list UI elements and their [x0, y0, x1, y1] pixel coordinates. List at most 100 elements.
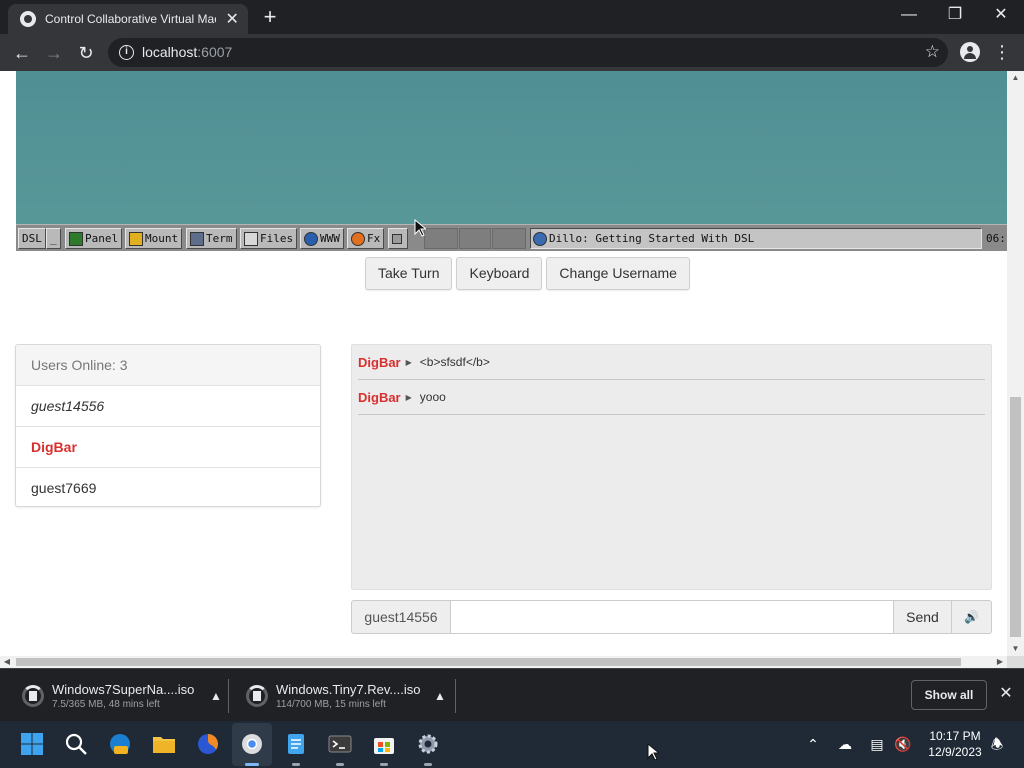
- back-arrow-icon[interactable]: ←: [8, 39, 36, 67]
- onedrive-icon[interactable]: ☁: [834, 734, 856, 754]
- notepad-icon[interactable]: [284, 732, 308, 756]
- restore-button[interactable]: ❐: [932, 0, 978, 30]
- clock-date: 12/9/2023: [928, 745, 982, 759]
- clock-time: 10:17 PM: [929, 729, 981, 743]
- vm-term-button[interactable]: Term: [186, 228, 237, 249]
- windows-start-icon[interactable]: [20, 732, 44, 756]
- show-all-button[interactable]: Show all: [911, 680, 987, 710]
- url-port: :6007: [197, 44, 233, 60]
- vertical-scroll-thumb[interactable]: [1010, 397, 1021, 637]
- download-name: Windows7SuperNa....iso: [52, 681, 195, 697]
- close-shelf-icon[interactable]: ✕: [996, 683, 1016, 705]
- kebab-menu-icon[interactable]: ⋮: [992, 41, 1012, 63]
- volume-muted-icon[interactable]: 🔇: [892, 734, 914, 754]
- forward-arrow-icon[interactable]: →: [40, 39, 68, 67]
- vm-controls: Take Turn Keyboard Change Username: [365, 257, 690, 290]
- download-shelf: Windows7SuperNa....iso 7.5/365 MB, 48 mi…: [0, 668, 1024, 721]
- vm-minimize-button[interactable]: _: [46, 228, 61, 249]
- vm-clock: 06:: [986, 232, 1006, 245]
- download-file-icon: [246, 684, 268, 707]
- send-button[interactable]: Send: [894, 600, 952, 634]
- address-bar[interactable]: i localhost:6007 ☆: [108, 38, 948, 67]
- url-host: localhost: [142, 44, 198, 60]
- reload-icon[interactable]: ↻: [72, 39, 100, 67]
- search-icon[interactable]: [64, 732, 88, 756]
- keyboard-button[interactable]: Keyboard: [456, 257, 543, 290]
- vm-pager-1[interactable]: [424, 228, 458, 249]
- tray-chevron-up-icon[interactable]: ⌃: [802, 734, 824, 754]
- chat-input[interactable]: [451, 600, 894, 634]
- mouse-cursor-icon: [414, 219, 426, 237]
- minimize-button[interactable]: —: [886, 0, 932, 30]
- vm-www-button[interactable]: WWW: [300, 228, 344, 249]
- chevron-up-icon[interactable]: ▲: [206, 689, 226, 703]
- edge-dev-icon[interactable]: [108, 732, 132, 756]
- change-username-button[interactable]: Change Username: [546, 257, 690, 290]
- chrome-icon[interactable]: [240, 732, 264, 756]
- chat-message-user: DigBar: [358, 389, 401, 405]
- scroll-left-arrow-icon[interactable]: ◀: [0, 656, 14, 668]
- download-item[interactable]: Windows7SuperNa....iso 7.5/365 MB, 48 mi…: [22, 669, 226, 722]
- app-running-indicator: [380, 763, 388, 766]
- chat-input-group: guest14556 Send 🔊: [351, 600, 992, 634]
- chat-message-text: yooo: [419, 390, 446, 404]
- browser-tab[interactable]: Control Collaborative Virtual Machine ✕: [8, 4, 248, 34]
- vm-pager-3[interactable]: [492, 228, 526, 249]
- settings-gear-icon[interactable]: [416, 732, 440, 756]
- site-favicon-icon: [20, 11, 36, 27]
- vm-window-task-dillo[interactable]: Dillo: Getting Started With DSL: [530, 228, 982, 249]
- take-turn-button[interactable]: Take Turn: [365, 257, 453, 290]
- desktop-icon: [392, 233, 402, 244]
- microsoft-store-icon[interactable]: [372, 732, 396, 756]
- vm-desktop-button[interactable]: [388, 228, 408, 249]
- mount-icon: [129, 231, 143, 246]
- volume-icon[interactable]: 🔊: [952, 600, 992, 634]
- chat-message: DigBar ▶ yooo: [358, 380, 985, 415]
- firefox-icon[interactable]: [196, 732, 220, 756]
- firefox-icon: [351, 231, 365, 246]
- profile-icon[interactable]: [960, 42, 980, 62]
- download-status: 7.5/365 MB, 48 mins left: [52, 698, 160, 710]
- terminal-icon[interactable]: [328, 732, 352, 756]
- download-separator: [455, 679, 456, 713]
- scroll-up-arrow-icon[interactable]: ▲: [1007, 71, 1024, 85]
- dillo-icon: [533, 231, 547, 246]
- users-online-header: Users Online: 3: [16, 345, 320, 386]
- close-window-button[interactable]: ✕: [978, 0, 1024, 30]
- site-info-icon[interactable]: i: [119, 45, 134, 60]
- vm-firefox-button[interactable]: Fx: [347, 228, 385, 249]
- terminal-icon: [190, 231, 204, 246]
- horizontal-scroll-thumb[interactable]: [16, 658, 961, 666]
- globe-icon: [304, 231, 318, 246]
- new-tab-button[interactable]: +: [258, 4, 282, 30]
- tab-close-icon[interactable]: ✕: [224, 9, 240, 29]
- chat-username-label: guest14556: [351, 600, 451, 634]
- vm-dsl-button[interactable]: DSL: [18, 228, 46, 249]
- vm-mount-button[interactable]: Mount: [125, 228, 183, 249]
- vm-display[interactable]: DSL _ Panel Mount Term Files WWW Fx Dill…: [16, 71, 1007, 251]
- vm-pager-2[interactable]: [459, 228, 491, 249]
- horizontal-scrollbar[interactable]: ◀ ▶: [0, 656, 1007, 668]
- bookmark-star-icon[interactable]: ☆: [925, 42, 940, 62]
- scroll-down-arrow-icon[interactable]: ▼: [1007, 642, 1024, 656]
- chat-message-text: <b>sfsdf</b>: [419, 355, 490, 369]
- vm-files-button[interactable]: Files: [240, 228, 298, 249]
- taskbar-clock[interactable]: 10:17 PM 12/9/2023: [922, 728, 988, 760]
- download-separator: [228, 679, 229, 713]
- chat-messages[interactable]: DigBar ▶ <b>sfsdf</b> DigBar ▶ yooo: [351, 344, 992, 590]
- users-online-panel: Users Online: 3 guest14556 DigBar guest7…: [15, 344, 321, 507]
- vm-panel-button[interactable]: Panel: [65, 228, 123, 249]
- file-explorer-icon[interactable]: [152, 732, 176, 756]
- mouse-cursor-icon: [647, 743, 659, 761]
- app-running-indicator: [336, 763, 344, 766]
- caret-right-icon: ▶: [405, 357, 412, 367]
- network-icon[interactable]: ▤: [866, 734, 888, 754]
- scroll-right-arrow-icon[interactable]: ▶: [993, 656, 1007, 668]
- vertical-scrollbar[interactable]: ▲ ▼: [1007, 71, 1024, 656]
- notification-bell-icon[interactable]: 🕭: [986, 734, 1008, 754]
- chevron-up-icon[interactable]: ▲: [430, 689, 450, 703]
- url-text: localhost:6007: [142, 44, 232, 60]
- download-status: 114/700 MB, 15 mins left: [276, 698, 386, 710]
- download-item[interactable]: Windows.Tiny7.Rev....iso 114/700 MB, 15 …: [246, 669, 450, 722]
- user-list-item: DigBar: [16, 427, 320, 468]
